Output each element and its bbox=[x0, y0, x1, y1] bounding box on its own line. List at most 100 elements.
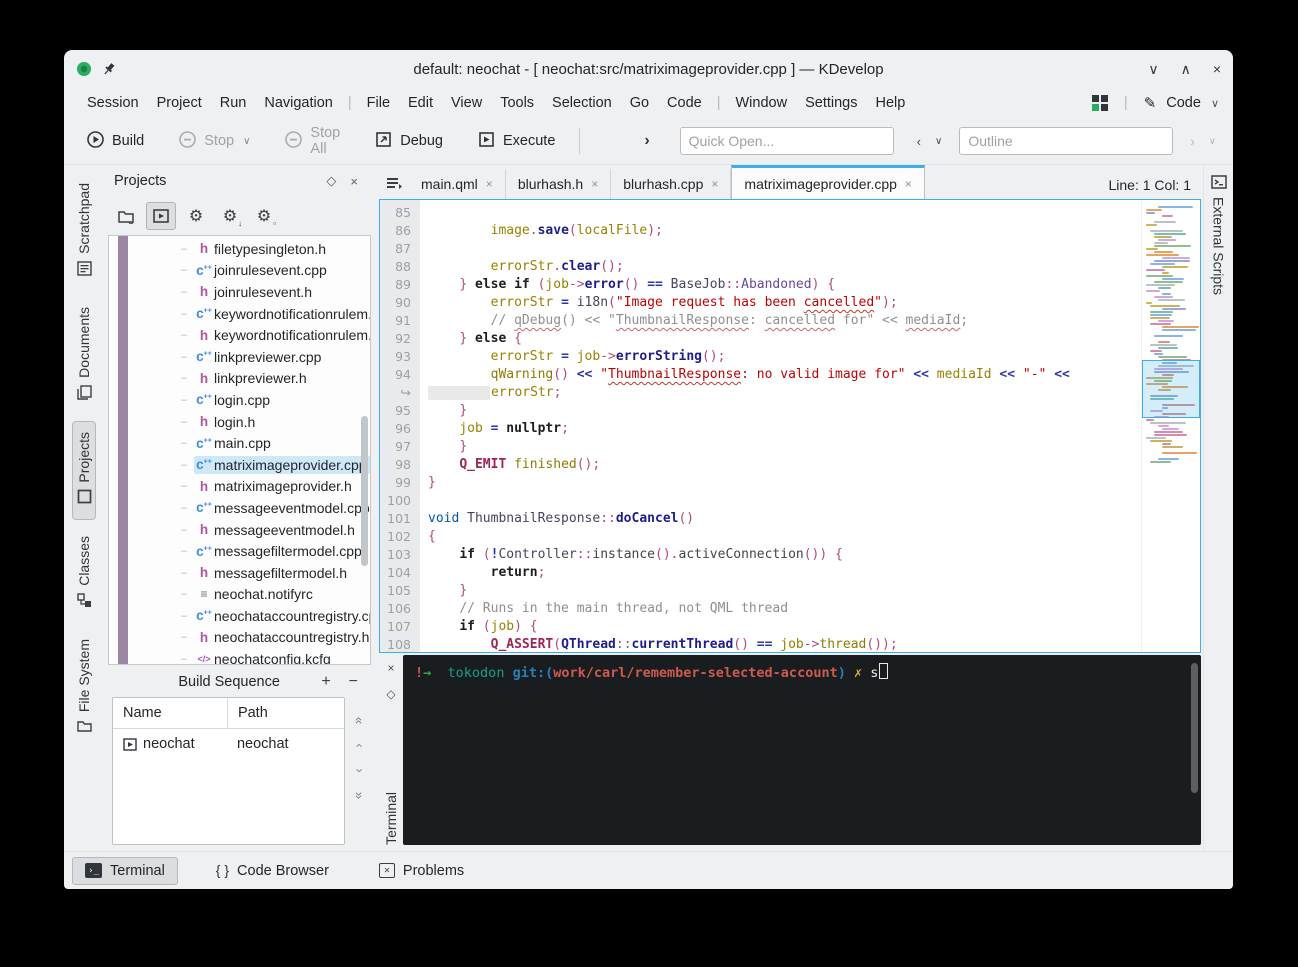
tree-item[interactable]: –hlogin.h bbox=[109, 411, 358, 433]
terminal[interactable]: !→ tokodon git:(work/carl/remember-selec… bbox=[403, 655, 1201, 845]
area-switcher-icon[interactable] bbox=[1092, 95, 1108, 111]
external-scripts-tab[interactable]: External Scripts bbox=[1211, 197, 1227, 295]
tree-item[interactable]: –hlinkpreviewer.h bbox=[109, 368, 358, 390]
sidebar-tab-scratchpad[interactable]: Scratchpad bbox=[73, 173, 95, 291]
tree-item[interactable]: –hfiletypesingleton.h bbox=[109, 238, 358, 260]
titlebar[interactable]: default: neochat - [ neochat:src/matrixi… bbox=[64, 50, 1233, 88]
tree-item[interactable]: –hneochataccountregistry.h bbox=[109, 627, 358, 649]
menu-item-settings[interactable]: Settings bbox=[796, 92, 866, 114]
sidebar-tab-classes[interactable]: Classes bbox=[73, 526, 95, 623]
tree-item[interactable]: –≡neochat.notifyrc bbox=[109, 584, 358, 606]
menu-item-run[interactable]: Run bbox=[211, 92, 256, 114]
editor-tab-blurhash.h[interactable]: blurhash.h× bbox=[506, 169, 611, 199]
tree-item[interactable]: –c++login.cpp bbox=[109, 389, 358, 411]
sidebar-tab-documents[interactable]: Documents bbox=[73, 297, 95, 415]
move-bottom-button[interactable]: » bbox=[352, 792, 367, 799]
stop-button[interactable]: Stop∨ bbox=[168, 124, 260, 159]
tree-item[interactable]: –hjoinrulesevent.h bbox=[109, 281, 358, 303]
sidebar-tab-file-system[interactable]: File System bbox=[73, 629, 95, 747]
minimize-button[interactable]: ∨ bbox=[1148, 61, 1158, 78]
debug-button[interactable]: Debug bbox=[364, 124, 453, 159]
build-button[interactable]: Build bbox=[76, 124, 154, 159]
menu-item-project[interactable]: Project bbox=[148, 92, 211, 114]
document-list-icon[interactable] bbox=[381, 170, 407, 196]
close-dock-icon[interactable]: × bbox=[387, 661, 394, 675]
tree-item[interactable]: –hkeywordnotificationrulem... bbox=[109, 324, 358, 346]
close-tab-icon[interactable]: × bbox=[591, 177, 598, 191]
nav-dropdown-icon[interactable]: ∨ bbox=[930, 136, 947, 147]
close-panel-icon[interactable]: × bbox=[343, 174, 365, 189]
tree-item[interactable]: –c++joinrulesevent.cpp bbox=[109, 260, 358, 282]
editor-tab-blurhash.cpp[interactable]: blurhash.cpp× bbox=[611, 169, 731, 199]
column-header-name[interactable]: Name bbox=[113, 698, 228, 728]
menu-item-file[interactable]: File bbox=[358, 92, 399, 114]
menu-item-session[interactable]: Session bbox=[78, 92, 148, 114]
terminal-scrollbar[interactable] bbox=[1191, 663, 1198, 793]
minimap[interactable] bbox=[1141, 200, 1200, 652]
install-button[interactable]: ⚙↓ bbox=[216, 203, 244, 229]
float-panel-icon[interactable]: ◇ bbox=[319, 173, 343, 189]
code-editor[interactable]: 85868788899091929394↪9596979899100101102… bbox=[379, 199, 1201, 653]
move-up-button[interactable]: ‹ bbox=[353, 743, 368, 747]
close-tab-icon[interactable]: × bbox=[905, 177, 912, 191]
menu-item-view[interactable]: View bbox=[442, 92, 491, 114]
close-tab-icon[interactable]: × bbox=[486, 177, 493, 191]
menu-item-selection[interactable]: Selection bbox=[543, 92, 621, 114]
menu-item-go[interactable]: Go bbox=[621, 92, 658, 114]
area-code-button[interactable]: Code bbox=[1166, 95, 1201, 111]
minimap-viewport[interactable] bbox=[1142, 360, 1200, 418]
pin-icon[interactable] bbox=[102, 62, 116, 76]
outline-forward-icon[interactable]: › bbox=[1185, 134, 1199, 149]
open-project-button[interactable] bbox=[112, 203, 140, 229]
sidebar-tab-projects[interactable]: Projects bbox=[72, 421, 96, 521]
tree-item[interactable]: –hmessagefiltermodel.h bbox=[109, 562, 358, 584]
terminal-dock-label[interactable]: Terminal bbox=[383, 788, 399, 845]
nav-back-icon[interactable]: ‹ bbox=[912, 134, 926, 149]
tree-item[interactable]: –c++linkpreviewer.cpp bbox=[109, 346, 358, 368]
menu-item-tools[interactable]: Tools bbox=[491, 92, 543, 114]
minimap-line bbox=[1146, 437, 1166, 439]
problems-toolview-button[interactable]: ✕Problems bbox=[367, 858, 476, 884]
tree-item[interactable]: –hmessageeventmodel.h bbox=[109, 519, 358, 541]
code-area[interactable]: image.save(localFile); errorStr.clear();… bbox=[420, 200, 1141, 652]
toolbar-overflow-icon[interactable]: › bbox=[644, 132, 649, 150]
move-down-button[interactable]: › bbox=[353, 768, 368, 772]
quick-open-input[interactable] bbox=[680, 127, 894, 155]
outline-input[interactable] bbox=[959, 127, 1173, 155]
code-browser-toolview-button[interactable]: { }Code Browser bbox=[204, 857, 341, 884]
close-button[interactable]: × bbox=[1213, 61, 1221, 77]
editor-tab-matriximageprovider.cpp[interactable]: matriximageprovider.cpp× bbox=[731, 165, 925, 199]
tree-item[interactable]: –c++main.cpp bbox=[109, 432, 358, 454]
menu-item-navigation[interactable]: Navigation bbox=[255, 92, 342, 114]
tree-item[interactable]: –</>neochatconfig.kcfg bbox=[109, 648, 358, 665]
build-custom-button[interactable]: ⚙▫ bbox=[250, 203, 278, 229]
tree-item[interactable]: –c++keywordnotificationrulem... bbox=[109, 303, 358, 325]
maximize-button[interactable]: ∧ bbox=[1181, 61, 1191, 78]
build-button[interactable]: ⚙ bbox=[182, 203, 210, 229]
tree-item[interactable]: –c++neochataccountregistry.cpp bbox=[109, 605, 358, 627]
editor-tab-main.qml[interactable]: main.qml× bbox=[409, 169, 506, 199]
execute-button[interactable]: Execute bbox=[467, 124, 565, 159]
remove-build-item-button[interactable]: − bbox=[340, 673, 367, 691]
build-selection-button[interactable] bbox=[146, 202, 176, 230]
chevron-down-icon[interactable]: ∨ bbox=[243, 136, 250, 147]
outline-dropdown-icon[interactable]: ∨ bbox=[1204, 136, 1221, 147]
tree-item[interactable]: –c++matriximageprovider.cpp bbox=[109, 454, 358, 476]
stop-all-button[interactable]: Stop All bbox=[274, 119, 350, 163]
float-dock-icon[interactable]: ◇ bbox=[386, 687, 395, 701]
move-top-button[interactable]: « bbox=[352, 717, 367, 724]
chevron-down-icon[interactable]: ∨ bbox=[1211, 97, 1219, 110]
menu-item-edit[interactable]: Edit bbox=[399, 92, 442, 114]
menu-item-window[interactable]: Window bbox=[727, 92, 797, 114]
tree-item[interactable]: –hmatriximageprovider.h bbox=[109, 476, 358, 498]
menu-item-help[interactable]: Help bbox=[866, 92, 914, 114]
add-build-item-button[interactable]: + bbox=[312, 673, 339, 691]
terminal-toolview-button[interactable]: ›_Terminal bbox=[72, 857, 178, 885]
tree-item[interactable]: –c++messagefiltermodel.cpp bbox=[109, 540, 358, 562]
table-row[interactable]: neochat neochat bbox=[113, 729, 344, 759]
tree-item[interactable]: –c++messageeventmodel.cpp bbox=[109, 497, 358, 519]
menu-item-code[interactable]: Code bbox=[658, 92, 711, 114]
tree-scrollbar[interactable] bbox=[361, 416, 368, 566]
column-header-path[interactable]: Path bbox=[228, 705, 344, 721]
close-tab-icon[interactable]: × bbox=[711, 177, 718, 191]
